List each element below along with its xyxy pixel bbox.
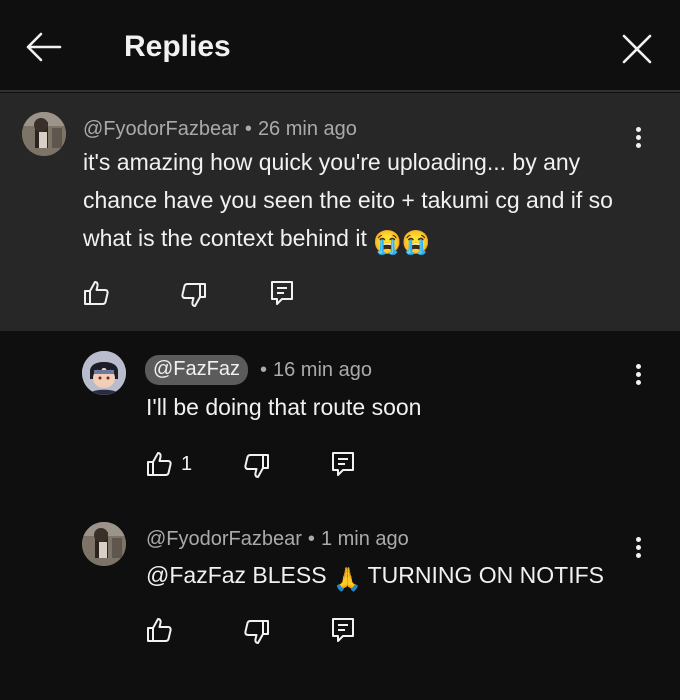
header: Replies bbox=[0, 0, 680, 92]
thumbs-down-icon[interactable] bbox=[180, 281, 208, 309]
thumbs-up-icon[interactable] bbox=[145, 616, 173, 644]
thumbs-up-icon[interactable] bbox=[82, 279, 110, 307]
comment-text: it's amazing how quick you're uploading.… bbox=[83, 143, 633, 261]
comment-body: @FazFaz BLESS bbox=[146, 562, 327, 588]
page-title: Replies bbox=[124, 30, 231, 63]
thumbs-down-icon[interactable] bbox=[243, 618, 271, 646]
comment-text: @FazFaz BLESS 🙏 TURNING ON NOTIFS bbox=[146, 556, 626, 598]
more-vertical-icon[interactable] bbox=[628, 534, 648, 564]
folded-hands-emoji: 🙏 bbox=[332, 566, 362, 592]
avatar[interactable] bbox=[82, 522, 126, 566]
timestamp: 16 min ago bbox=[273, 358, 372, 381]
reply-item: @FazFaz • 16 min ago I'll be doing that … bbox=[0, 331, 680, 496]
crying-face-emoji: 😭😭 bbox=[373, 229, 431, 255]
reply-item: @FyodorFazbear • 1 min ago @FazFaz BLESS… bbox=[0, 496, 680, 700]
timestamp: 26 min ago bbox=[257, 118, 357, 140]
like-count: 1 bbox=[181, 453, 193, 475]
author-name[interactable]: @FyodorFazbear bbox=[83, 118, 239, 141]
comment-text: I'll be doing that route soon bbox=[146, 394, 422, 420]
comment-meta: @FazFaz • 16 min ago bbox=[145, 355, 372, 385]
reply-icon[interactable] bbox=[268, 279, 296, 307]
more-vertical-icon[interactable] bbox=[628, 361, 648, 391]
thumbs-up-icon[interactable] bbox=[145, 450, 173, 478]
timestamp: 1 min ago bbox=[320, 528, 409, 550]
replies-panel: Replies @FyodorFazbear • 26 min ago it's… bbox=[0, 0, 680, 700]
avatar[interactable] bbox=[82, 351, 126, 395]
close-icon[interactable] bbox=[620, 32, 654, 66]
comment-body: it's amazing how quick you're uploading.… bbox=[83, 149, 613, 251]
separator-dot: • bbox=[307, 528, 315, 550]
arrow-left-icon[interactable] bbox=[24, 28, 62, 66]
reply-icon[interactable] bbox=[329, 450, 357, 478]
parent-comment: @FyodorFazbear • 26 min ago it's amazing… bbox=[0, 93, 680, 331]
separator-dot: • bbox=[244, 118, 252, 140]
comment-meta: @FyodorFazbear • 1 min ago bbox=[146, 528, 409, 551]
reply-icon[interactable] bbox=[329, 616, 357, 644]
thumbs-down-icon[interactable] bbox=[243, 452, 271, 480]
author-name[interactable]: @FyodorFazbear bbox=[146, 528, 302, 551]
comment-body: TURNING ON NOTIFS bbox=[367, 562, 604, 588]
avatar[interactable] bbox=[22, 112, 66, 156]
creator-author-badge[interactable]: @FazFaz bbox=[145, 355, 248, 385]
separator-dot: • bbox=[259, 358, 267, 381]
comment-meta: @FyodorFazbear • 26 min ago bbox=[83, 118, 357, 141]
